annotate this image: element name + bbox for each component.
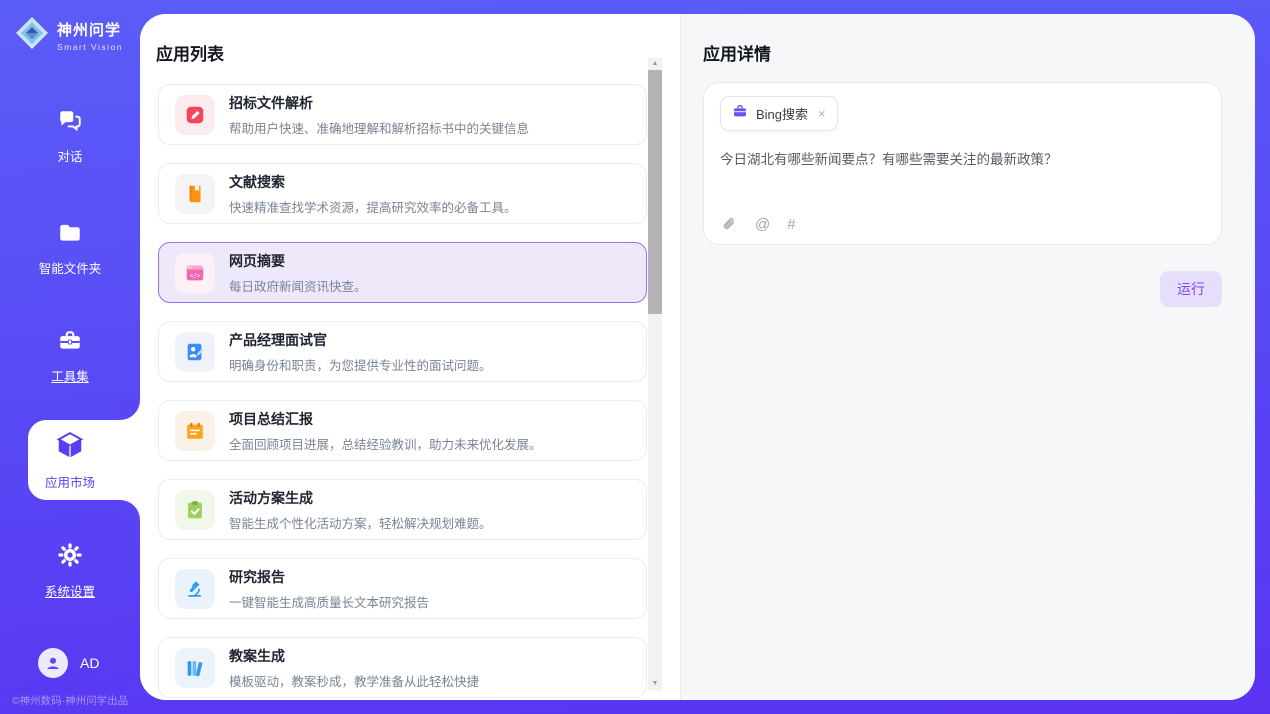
brand-name: 神州问学 [57,19,123,40]
app-card-title: 招标文件解析 [229,93,529,113]
user-icon [44,654,62,672]
blob-corner-bottom [120,500,140,520]
toolbox-icon [57,328,83,359]
sidebar-item-folders[interactable]: 智能文件夹 [0,220,140,277]
app-card[interactable]: 研究报告一键智能生成高质量长文本研究报告 [158,558,647,619]
report-calendar-icon [175,411,215,451]
app-card-desc: 帮助用户快速、准确地理解和解析招标书中的关键信息 [229,118,529,137]
scrollbar-thumb[interactable] [648,70,662,314]
research-icon [175,569,215,609]
sidebar-item-label: 对话 [57,146,82,165]
chat-icon [57,108,83,139]
sidebar-item-label: 工具集 [51,366,89,385]
run-button[interactable]: 运行 [1160,271,1222,307]
sidebar-item-chat[interactable]: 对话 [0,108,140,165]
app-card-title: 文献搜索 [229,172,517,192]
app-card[interactable]: 招标文件解析帮助用户快速、准确地理解和解析招标书中的关键信息 [158,84,647,145]
input-toolbar: @# [721,216,796,233]
app-card[interactable]: 项目总结汇报全面回顾项目进展，总结经验教训，助力未来优化发展。 [158,400,647,461]
sidebar-footer: ©神州数码·神州问学出品 [0,693,140,708]
scrollbar-down-icon[interactable]: ▼ [648,678,662,690]
app-card-list: 招标文件解析帮助用户快速、准确地理解和解析招标书中的关键信息文献搜索快速精准查找… [158,84,647,700]
app-card[interactable]: 教案生成模板驱动，教案秒成，教学准备从此轻松快捷 [158,637,647,698]
avatar[interactable] [38,648,68,678]
app-detail-panel: 应用详情 Bing搜索 × 今日湖北有哪些新闻要点？有哪些需要关注的最新政策？ … [680,14,1255,700]
app-card-title: 研究报告 [229,567,429,587]
cube-icon [55,430,85,465]
app-detail-title: 应用详情 [703,40,771,65]
app-card-desc: 模板驱动，教案秒成，教学准备从此轻松快捷 [229,671,479,690]
chip-close-icon[interactable]: × [818,106,826,121]
hash-icon[interactable]: # [787,216,795,233]
interview-icon [175,332,215,372]
blob-corner-top [120,400,140,420]
svg-text:</>: </> [190,272,201,279]
sidebar: 神州问学 Smart Vision 对话智能文件夹工具集应用市场系统设置 AD … [0,0,140,714]
brand-diamond-icon [14,15,50,56]
plan-clipboard-icon [175,490,215,530]
tool-chip-bing-search[interactable]: Bing搜索 × [720,96,838,131]
scrollbar-up-icon[interactable]: ▲ [648,58,662,70]
app-list-title: 应用列表 [156,40,224,65]
app-card[interactable]: 文献搜索快速精准查找学术资源，提高研究效率的必备工具。 [158,163,647,224]
sidebar-item-label: 应用市场 [45,472,95,491]
app-card-title: 活动方案生成 [229,488,492,508]
run-row: 运行 [1160,271,1222,307]
app-card-desc: 快速精准查找学术资源，提高研究效率的必备工具。 [229,197,517,216]
app-list-panel: 应用列表 招标文件解析帮助用户快速、准确地理解和解析招标书中的关键信息文献搜索快… [140,14,680,700]
app-card-desc: 明确身份和职责，为您提供专业性的面试问题。 [229,355,492,374]
attachment-icon[interactable] [721,216,738,233]
mention-icon[interactable]: @ [755,216,770,233]
query-input-card[interactable]: Bing搜索 × 今日湖北有哪些新闻要点？有哪些需要关注的最新政策？ @# [703,82,1222,245]
app-card-title: 产品经理面试官 [229,330,492,350]
app-card[interactable]: </> 网页摘要每日政府新闻资讯快查。 [158,242,647,303]
tool-chip-label: Bing搜索 [756,104,808,123]
app-card[interactable]: 活动方案生成智能生成个性化活动方案，轻松解决规划难题。 [158,479,647,540]
gear-icon [56,541,84,574]
briefcase-icon [732,103,748,124]
sidebar-item-label: 系统设置 [45,581,95,600]
literature-book-icon [175,174,215,214]
lesson-books-icon [175,648,215,688]
user-row[interactable]: AD [38,648,99,678]
brand-subtitle: Smart Vision [57,42,123,52]
app-card[interactable]: 产品经理面试官明确身份和职责，为您提供专业性的面试问题。 [158,321,647,382]
app-card-desc: 每日政府新闻资讯快查。 [229,276,367,295]
app-card-title: 项目总结汇报 [229,409,542,429]
sidebar-item-tools[interactable]: 工具集 [0,328,140,385]
bid-edit-icon [175,95,215,135]
user-initials: AD [80,655,99,671]
app-card-desc: 一键智能生成高质量长文本研究报告 [229,592,429,611]
app-list-scrollbar[interactable]: ▲ ▼ [648,58,662,690]
sidebar-item-settings[interactable]: 系统设置 [0,541,140,600]
brand-logo: 神州问学 Smart Vision [14,15,123,56]
app-card-desc: 智能生成个性化活动方案，轻松解决规划难题。 [229,513,492,532]
sidebar-item-market[interactable]: 应用市场 [0,430,140,491]
query-text[interactable]: 今日湖北有哪些新闻要点？有哪些需要关注的最新政策？ [720,150,1205,170]
app-card-title: 教案生成 [229,646,479,666]
webpage-icon: </> [175,253,215,293]
sidebar-item-label: 智能文件夹 [39,258,102,277]
folder-icon [57,220,83,251]
app-card-desc: 全面回顾项目进展，总结经验教训，助力未来优化发展。 [229,434,542,453]
app-card-title: 网页摘要 [229,251,367,271]
main-frame: 应用列表 招标文件解析帮助用户快速、准确地理解和解析招标书中的关键信息文献搜索快… [140,14,1255,700]
